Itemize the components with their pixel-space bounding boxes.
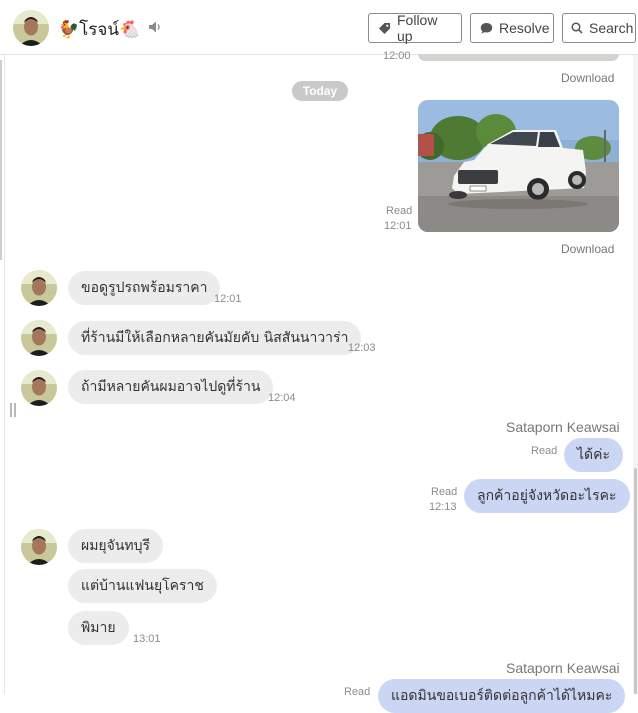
incoming-message[interactable]: พิมาย — [68, 611, 129, 645]
resolve-label: Resolve — [499, 20, 550, 36]
outgoing-message[interactable]: ลูกค้าอยู่จังหวัดอะไรคะ — [464, 479, 630, 513]
contact-name: 🐓โรจน์🐔 — [58, 20, 141, 40]
contact-avatar[interactable] — [21, 320, 57, 356]
read-receipt: Read — [344, 686, 371, 698]
message-time: 12:01 — [384, 220, 412, 232]
message-time: 12:03 — [348, 342, 376, 354]
pickup-truck-photo[interactable] — [418, 100, 619, 232]
follow-up-label: Follow up — [397, 12, 438, 44]
panel-divider-shade — [0, 60, 2, 260]
scrollbar-thumb[interactable] — [634, 468, 637, 694]
chat-header: 🐓โรจน์🐔 Follow up Resolve Search — [0, 0, 638, 55]
message-time: 12:01 — [214, 293, 242, 305]
download-link[interactable]: Download — [561, 71, 614, 85]
previous-image-message[interactable] — [418, 54, 619, 61]
contact-avatar[interactable] — [21, 529, 57, 565]
resolve-button[interactable]: Resolve — [470, 13, 554, 43]
follow-up-button[interactable]: Follow up — [368, 12, 462, 44]
incoming-message[interactable]: แต่บ้านแฟนยุโคราช — [68, 569, 217, 603]
message-time: 12:13 — [429, 501, 457, 513]
chat-bubble-icon — [480, 22, 493, 34]
message-time: 12:04 — [268, 392, 296, 404]
contact-avatar[interactable] — [21, 370, 57, 406]
download-link[interactable]: Download — [561, 242, 614, 256]
search-button[interactable]: Search — [562, 13, 636, 43]
tag-icon — [379, 22, 390, 34]
incoming-message[interactable]: ผมยุจันทบุรี — [68, 529, 164, 563]
date-divider: Today — [292, 81, 348, 101]
incoming-message[interactable]: ถ้ามีหลายคันผมอาจไปดูที่ร้าน — [68, 370, 274, 404]
message-time: 12:00 — [383, 50, 411, 62]
message-time: 13:01 — [133, 633, 161, 645]
search-icon — [571, 22, 583, 34]
read-receipt: Read — [431, 486, 458, 498]
agent-name: Sataporn Keawsai — [506, 660, 620, 676]
speaker-icon[interactable] — [148, 20, 162, 34]
agent-name: Sataporn Keawsai — [506, 419, 620, 435]
incoming-message[interactable]: ที่ร้านมีให้เลือกหลายคันมัยคับ นิสสันนาว… — [68, 321, 362, 355]
outgoing-message[interactable]: ได้ค่ะ — [564, 438, 624, 472]
contact-avatar[interactable] — [21, 270, 57, 306]
contact-avatar[interactable] — [13, 10, 49, 46]
panel-divider — [4, 55, 5, 694]
incoming-message[interactable]: ขอดูรูปรถพร้อมราคา — [68, 271, 221, 305]
read-receipt: Read — [386, 205, 413, 217]
resize-handle[interactable] — [10, 403, 16, 417]
outgoing-message[interactable]: แอดมินขอเบอร์ติดต่อลูกค้าได้ไหมคะ — [378, 679, 626, 713]
search-label: Search — [589, 20, 634, 36]
read-receipt: Read — [531, 445, 558, 457]
